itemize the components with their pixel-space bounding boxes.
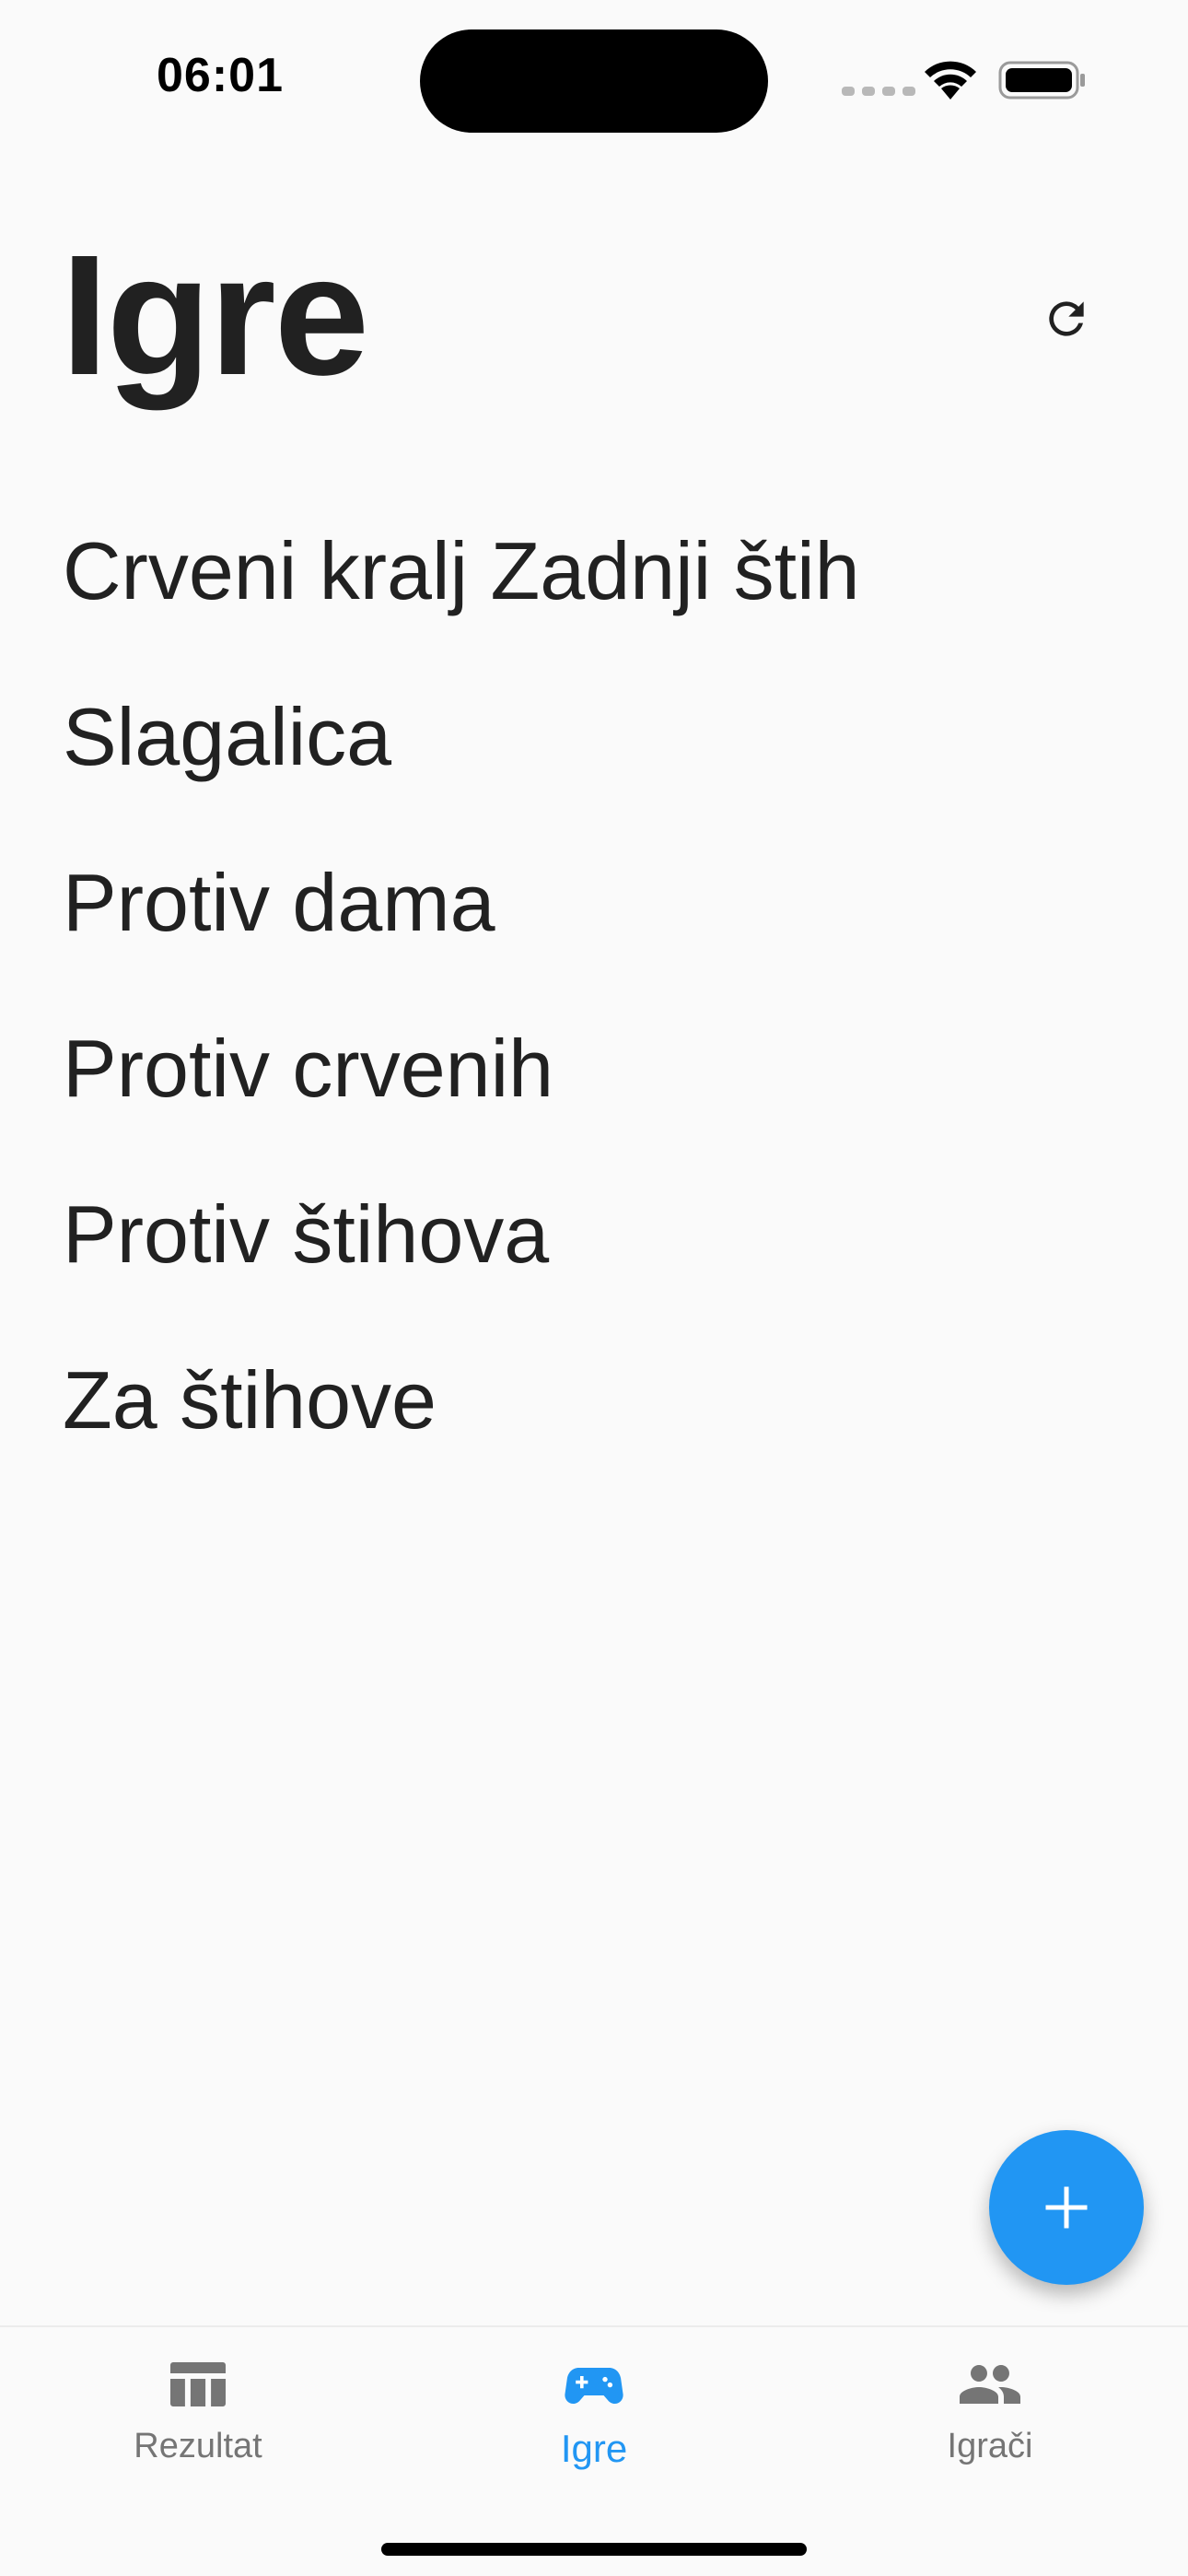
screen: 06:01 Igre Crveni kralj Zadnji štih Slag… (0, 0, 1188, 2576)
people-icon (960, 2365, 1020, 2404)
gamepad-icon (565, 2368, 623, 2404)
list-item[interactable]: Crveni kralj Zadnji štih (0, 488, 1188, 654)
bottom-navigation: Rezultat Igre Igrači (0, 2325, 1188, 2576)
nav-item-igre[interactable]: Igre (396, 2351, 792, 2489)
page-title: Igre (61, 220, 369, 411)
battery-icon (998, 61, 1085, 100)
home-indicator (381, 2543, 807, 2556)
nav-item-rezultat[interactable]: Rezultat (0, 2351, 396, 2489)
refresh-button[interactable] (1037, 289, 1096, 348)
list-item[interactable]: Za štihove (0, 1317, 1188, 1483)
list-item[interactable]: Protiv štihova (0, 1152, 1188, 1317)
game-list: Crveni kralj Zadnji štih Slagalica Proti… (0, 488, 1188, 1483)
dynamic-island (420, 29, 768, 133)
cellular-signal-icon (842, 87, 915, 96)
list-item[interactable]: Protiv crvenih (0, 986, 1188, 1152)
list-item[interactable]: Protiv dama (0, 820, 1188, 986)
add-game-button[interactable] (989, 2130, 1144, 2285)
nav-item-igraci[interactable]: Igrači (792, 2351, 1188, 2489)
refresh-icon (1049, 301, 1084, 336)
list-item[interactable]: Slagalica (0, 654, 1188, 820)
wifi-icon (925, 61, 976, 100)
nav-label-igraci: Igrači (947, 2427, 1033, 2465)
plus-icon (1045, 2186, 1088, 2229)
status-time: 06:01 (157, 49, 284, 102)
table-icon (170, 2362, 226, 2406)
nav-label-rezultat: Rezultat (134, 2427, 262, 2465)
nav-label-igre: Igre (560, 2427, 628, 2470)
